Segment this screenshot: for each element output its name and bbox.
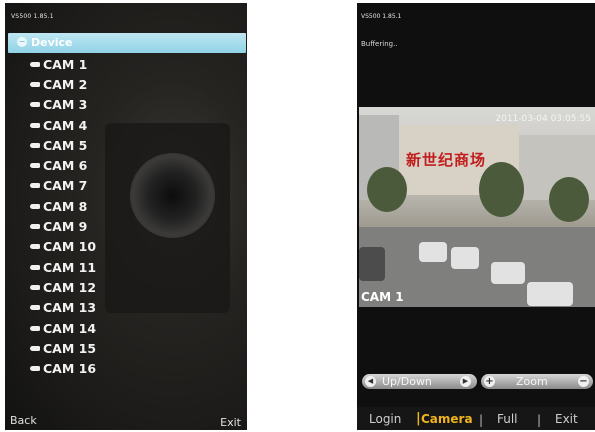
exit-softkey[interactable]: Exit (220, 416, 241, 429)
camera-icon (30, 203, 40, 209)
camera-item-label: CAM 8 (43, 198, 88, 214)
camera-icon (30, 325, 40, 331)
zoom-control[interactable]: + Zoom − (481, 374, 593, 389)
camera-item-label: CAM 6 (43, 158, 88, 174)
camera-item-label: CAM 10 (43, 239, 97, 255)
tree-root-device[interactable]: − Device (8, 33, 246, 53)
camera-item-4[interactable]: CAM 4 (30, 115, 96, 135)
camera-item-label: CAM 3 (43, 97, 88, 113)
app-title: VS500 1.85.1 (361, 13, 402, 20)
camera-item-label: CAM 1 (43, 56, 88, 72)
tree-root-label: Device (31, 36, 73, 49)
camera-icon (30, 264, 40, 270)
camera-icon (30, 244, 40, 250)
buffering-status: Buffering.. (361, 40, 398, 48)
camera-item-9[interactable]: CAM 9 (30, 216, 96, 236)
car (359, 247, 385, 281)
left-arrow-icon[interactable]: ◀ (365, 376, 376, 387)
camera-icon (30, 224, 40, 230)
app-title: VS500 1.85.1 (11, 13, 54, 20)
camera-icon (30, 305, 40, 311)
camera-icon (30, 122, 40, 128)
camera-item-label: CAM 13 (43, 300, 97, 316)
camera-icon (30, 142, 40, 148)
car (527, 282, 573, 306)
camera-icon (30, 163, 40, 169)
collapse-icon[interactable]: − (17, 37, 27, 47)
camera-icon (30, 366, 40, 372)
control-bar: ◀ Up/Down ▶ + Zoom − (359, 372, 595, 390)
video-timestamp: 2011-03-04 03:05:55 (495, 114, 591, 124)
store-sign: 新世纪商场 (406, 151, 487, 169)
camera-icon (30, 345, 40, 351)
full-menu-item[interactable]: Full (497, 412, 518, 426)
bottom-menu: Login | Camera | Full | Exit (357, 407, 595, 430)
zoom-in-icon[interactable]: + (484, 376, 495, 387)
tree (479, 162, 524, 217)
updown-control[interactable]: ◀ Up/Down ▶ (362, 374, 477, 389)
menu-separator: | (537, 413, 542, 427)
car (491, 262, 525, 284)
camera-item-13[interactable]: CAM 13 (30, 298, 96, 318)
camera-item-10[interactable]: CAM 10 (30, 237, 96, 257)
device-list-screen: VS500 1.85.1 − Device CAM 1 CAM 2 CAM 3 … (5, 3, 247, 430)
exit-menu-item[interactable]: Exit (555, 412, 578, 426)
camera-item-11[interactable]: CAM 11 (30, 257, 96, 277)
camera-icon (30, 81, 40, 87)
camera-item-label: CAM 2 (43, 76, 88, 92)
camera-item-15[interactable]: CAM 15 (30, 338, 96, 358)
camera-item-label: CAM 9 (43, 219, 88, 235)
camera-icon (30, 61, 40, 67)
camera-icon (30, 183, 40, 189)
camera-item-3[interactable]: CAM 3 (30, 95, 96, 115)
menu-separator: | (479, 413, 484, 427)
tree (549, 177, 589, 222)
camera-icon (30, 102, 40, 108)
camera-item-8[interactable]: CAM 8 (30, 196, 96, 216)
car (451, 247, 479, 269)
camera-item-label: CAM 5 (43, 137, 88, 153)
video-feed[interactable]: 新世纪商场 2011-03-04 03:05:55 CAM 1 (359, 107, 595, 307)
camera-icon (30, 284, 40, 290)
camera-menu-item[interactable]: Camera (421, 412, 473, 426)
right-arrow-icon[interactable]: ▶ (460, 376, 471, 387)
camera-lens-reflection (130, 153, 215, 238)
camera-list: CAM 1 CAM 2 CAM 3 CAM 4 CAM 5 CAM 6 CAM … (30, 54, 96, 379)
back-softkey[interactable]: Back (10, 414, 37, 427)
video-camera-label: CAM 1 (361, 290, 404, 304)
zoom-label: Zoom (516, 375, 548, 388)
camera-item-1[interactable]: CAM 1 (30, 54, 96, 74)
camera-item-label: CAM 14 (43, 320, 97, 336)
camera-item-16[interactable]: CAM 16 (30, 358, 96, 378)
camera-item-5[interactable]: CAM 5 (30, 135, 96, 155)
login-menu-item[interactable]: Login (369, 412, 401, 426)
zoom-out-icon[interactable]: − (578, 376, 589, 387)
camera-item-label: CAM 12 (43, 279, 97, 295)
camera-item-label: CAM 4 (43, 117, 88, 133)
updown-label: Up/Down (382, 375, 432, 388)
camera-item-label: CAM 7 (43, 178, 88, 194)
camera-item-label: CAM 15 (43, 340, 97, 356)
camera-item-label: CAM 11 (43, 259, 97, 275)
camera-item-14[interactable]: CAM 14 (30, 318, 96, 338)
live-view-screen: VS500 1.85.1 Buffering.. 新世纪商场 2011-03-0… (357, 3, 595, 430)
camera-item-12[interactable]: CAM 12 (30, 277, 96, 297)
car (419, 242, 447, 262)
camera-item-2[interactable]: CAM 2 (30, 74, 96, 94)
camera-item-label: CAM 16 (43, 361, 97, 377)
camera-item-6[interactable]: CAM 6 (30, 155, 96, 175)
camera-item-7[interactable]: CAM 7 (30, 176, 96, 196)
tree (367, 167, 407, 212)
